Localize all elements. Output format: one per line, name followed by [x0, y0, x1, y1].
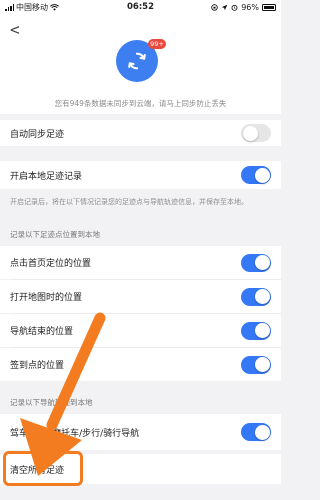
lock-rotation-icon [211, 3, 218, 11]
point-toggle-nav-end[interactable] [241, 321, 271, 340]
highlight-box [3, 451, 83, 486]
location-arrow-icon [221, 4, 228, 10]
sync-header: < 99+ 您有949条数据未同步到云端，请马上同步防止丢失 [0, 14, 281, 114]
auto-sync-label: 自动同步足迹 [10, 129, 65, 140]
point-label: 签到点的位置 [10, 361, 65, 371]
point-row-home-location[interactable]: 点击首页定位的位置 [0, 246, 281, 279]
toggle-knob [254, 357, 270, 372]
toggle-knob [254, 167, 270, 183]
section-header-points: 记录以下足迹点位置到本地 [10, 229, 100, 239]
toggle-knob [254, 424, 270, 440]
point-row-checkin[interactable]: 签到点的位置 [0, 348, 281, 381]
track-label: 驾车/货车/摩托车/步行/骑行导航 [10, 428, 140, 439]
point-row-nav-end[interactable]: 导航结束的位置 [0, 314, 281, 347]
track-row-navigation[interactable]: 驾车/货车/摩托车/步行/骑行导航 [0, 414, 281, 450]
local-record-description: 开启记录后，将在以下情况记录您的足迹点与导航轨迹信息，并保存至本地。 [0, 193, 281, 225]
point-toggle-map-open[interactable] [241, 287, 271, 306]
toggle-knob [254, 255, 270, 270]
track-toggle-navigation[interactable] [241, 423, 271, 441]
point-row-map-open[interactable]: 打开地图时的位置 [0, 280, 281, 313]
battery-icon [261, 3, 276, 11]
point-label: 点击首页定位的位置 [10, 259, 92, 269]
carrier-label: 中国移动 [16, 2, 48, 12]
toggle-knob [254, 289, 270, 304]
alarm-icon [231, 4, 238, 11]
auto-sync-toggle[interactable] [241, 124, 271, 142]
local-record-toggle[interactable] [241, 166, 271, 184]
clock: 06:52 [126, 2, 155, 12]
sync-icon [128, 52, 146, 70]
local-record-row[interactable]: 开启本地足迹记录 [0, 161, 281, 189]
unsynced-count-badge: 99+ [148, 39, 166, 49]
status-bar: 中国移动 06:52 96% [0, 0, 281, 14]
point-label: 打开地图时的位置 [10, 293, 83, 303]
toggle-knob [254, 323, 270, 338]
local-record-label: 开启本地足迹记录 [10, 171, 83, 182]
toggle-knob [242, 125, 258, 141]
sync-warning-text: 您有949条数据未同步到云端，请马上同步防止丢失 [54, 99, 227, 108]
cellular-signal-icon [5, 3, 14, 11]
section-header-tracks: 记录以下导航轨迹到本地 [10, 397, 93, 407]
point-toggle-home-location[interactable] [241, 253, 271, 272]
point-label: 导航结束的位置 [10, 327, 74, 337]
wifi-icon [50, 3, 59, 11]
battery-percent: 96% [241, 2, 259, 12]
point-toggle-checkin[interactable] [241, 355, 271, 374]
back-icon[interactable]: < [10, 20, 20, 39]
auto-sync-row[interactable]: 自动同步足迹 [0, 120, 281, 146]
